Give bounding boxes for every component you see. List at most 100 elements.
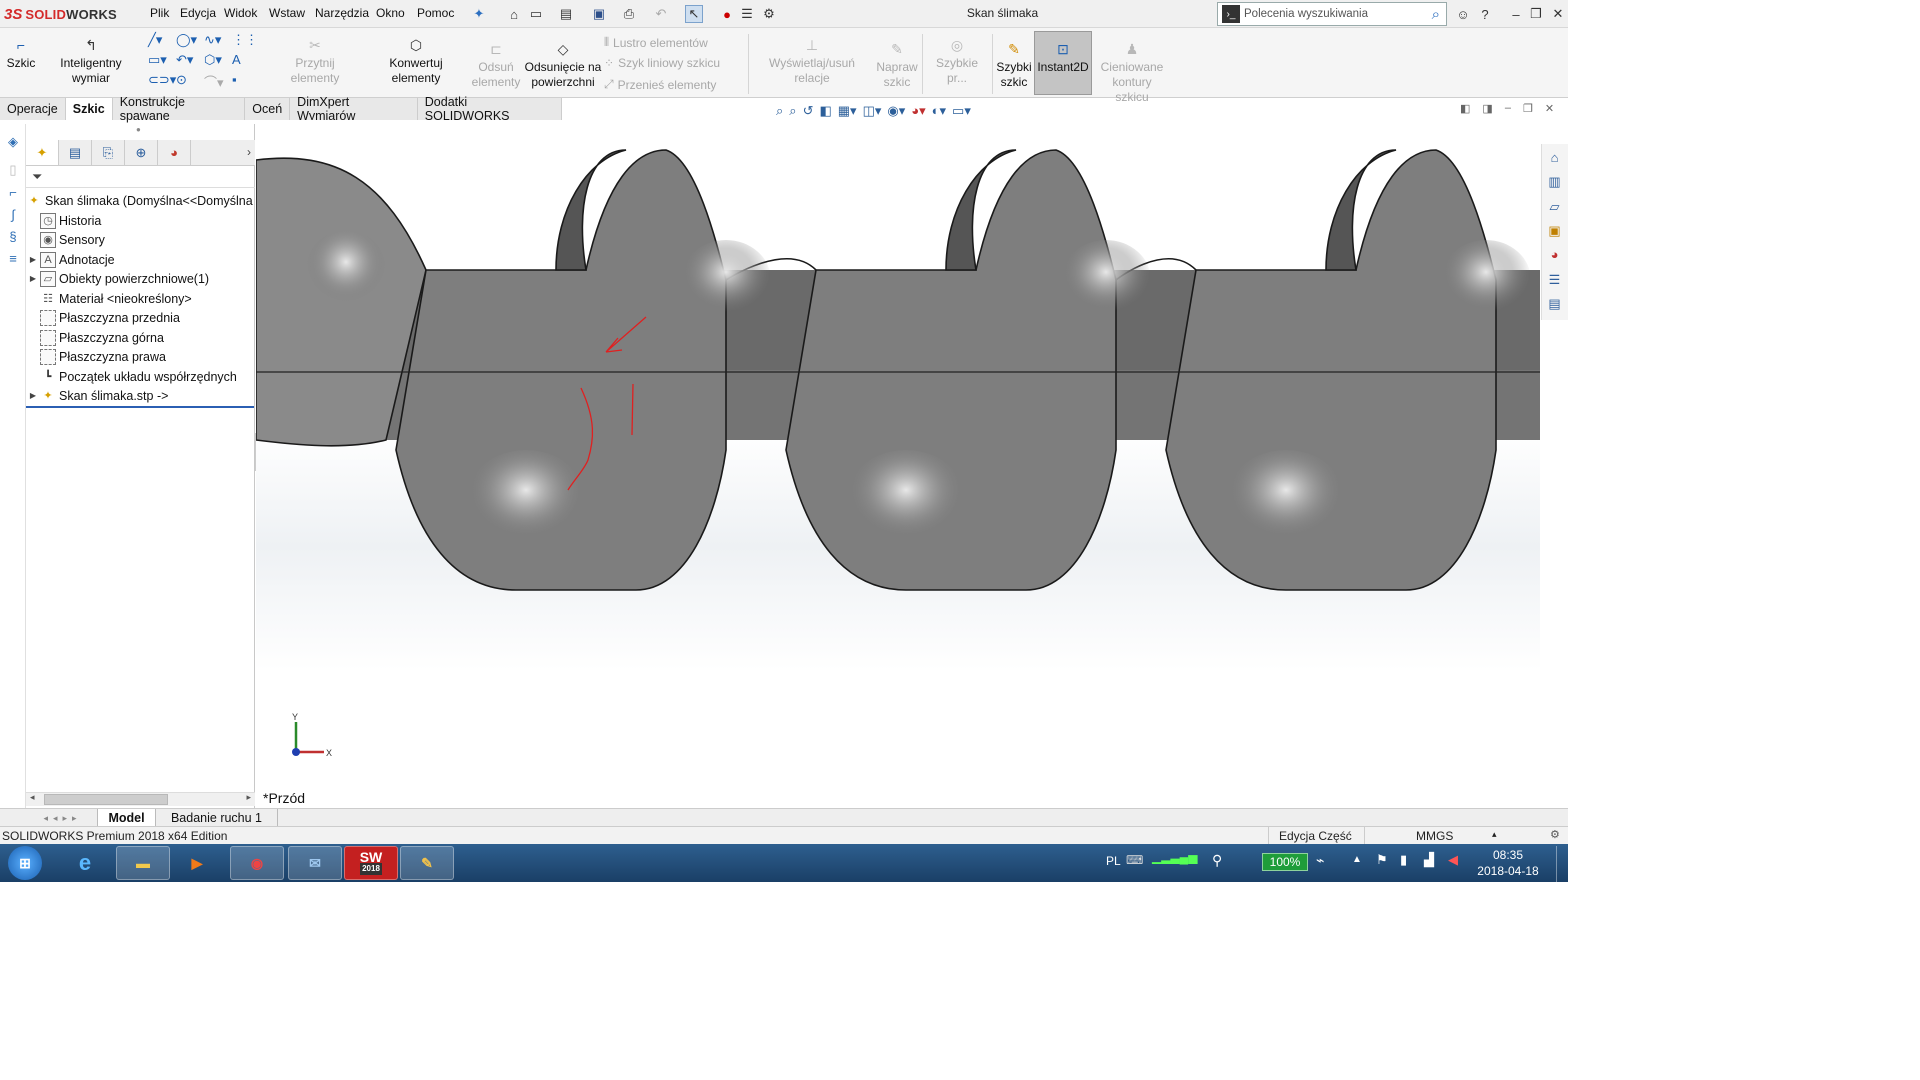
expand-arrow-icon[interactable]: ▶ [26,255,40,264]
polygon-icon[interactable]: ⬡▾ [204,52,232,72]
close-icon[interactable]: ✕ [1549,5,1567,23]
restore-icon[interactable]: ❐ [1527,5,1545,23]
text-icon[interactable]: A [232,52,260,72]
file-properties-icon[interactable]: ☰ [738,5,756,23]
save-icon[interactable]: ▣ [590,5,608,23]
dynamic-annotation-icon[interactable]: ▦▾ [838,103,857,119]
doc-close-icon[interactable]: ✕ [1545,102,1554,118]
tab-ocen[interactable]: Oceń [245,98,291,120]
arc-icon[interactable]: ↶▾ [176,52,204,72]
tree-item-surface-bodies[interactable]: ▶ ▱ Obiekty powierzchniowe(1) [26,269,255,288]
slot-icon[interactable]: ⊂⊃▾ [148,72,176,92]
solidworks-taskbar-icon[interactable]: SW 2018 [344,846,398,880]
help-icon[interactable]: ? [1476,5,1494,23]
user-icon[interactable]: ☺ [1454,5,1472,23]
menu-widok[interactable]: Widok [224,6,257,20]
keyboard-icon[interactable]: ⌨ [1126,853,1143,867]
scroll-left-icon[interactable]: ◂ [30,792,35,803]
quick-snaps-button[interactable]: ◎ Szybkie pr... [926,36,988,86]
rollback-bar[interactable] [26,406,254,408]
open-icon[interactable]: ▤ [557,5,575,23]
file-explorer-icon[interactable]: ▱ [1545,197,1564,216]
language-indicator[interactable]: PL [1106,854,1121,868]
smart-dimension-button[interactable]: ↰ Inteligentny wymiar [40,36,142,86]
view-palette-icon[interactable]: ▣ [1545,221,1564,240]
zoom-to-area-icon[interactable]: ⌕ [789,103,796,119]
mirror-entities-button[interactable]: ⫴ Lustro elementów [604,35,708,50]
move-entities-button[interactable]: ⤢ Przenieś elementy [604,77,716,92]
appearance-tab-icon[interactable]: ◕ [158,140,191,165]
new-document-icon[interactable]: ▭ [527,5,545,23]
helix-icon[interactable]: ≡ [5,250,21,266]
configuration-manager-tab-icon[interactable]: ⎘ [92,140,125,165]
circle-icon[interactable]: ◯▾ [176,32,204,52]
expand-arrow-icon[interactable]: ▶ [26,391,40,400]
menu-narzedzia[interactable]: Narzędzia [315,6,369,20]
offset-on-surface-button[interactable]: ◇ Odsunięcie na powierzchni [524,40,602,90]
menu-plik[interactable]: Plik [150,6,169,20]
menu-pomoc[interactable]: Pomoc [417,6,454,20]
custom-properties-icon[interactable]: ☰ [1545,270,1564,289]
sketch-button[interactable]: ⌐ Szkic [6,36,36,71]
tree-item-top-plane[interactable]: Płaszczyzna górna [26,328,255,347]
filter-icon[interactable]: ⏷ [32,169,42,185]
device-icon[interactable]: ▮ [1400,852,1407,868]
options-gear-icon[interactable]: ⚙ [760,5,778,23]
tooltips-icon[interactable]: ⚙ [1550,828,1560,841]
solidworks-logo[interactable]: 3S SOLIDWORKS [4,2,126,26]
rebuild-icon[interactable]: ● [718,5,736,23]
tab-szkic[interactable]: Szkic [65,98,113,120]
repair-sketch-button[interactable]: ✎ Napraw szkic [874,40,920,90]
plane-icon[interactable]: ▪ [232,72,260,92]
show-hidden-icons-icon[interactable]: ▲ [1352,854,1362,865]
tree-item-adnotacje[interactable]: ▶ A Adnotacje [26,250,255,269]
tree-filter[interactable]: ⏷ [26,166,255,188]
tree-item-historia[interactable]: ◷ Historia [26,211,255,230]
fillet-icon[interactable]: ⌒▾ [204,72,232,92]
tab-konstrukcje-spawane[interactable]: Konstrukcje spawane [113,95,246,123]
power-plug-icon[interactable]: ⌁ [1316,852,1324,869]
expand-arrow-icon[interactable]: ▶ [26,274,40,283]
show-desktop-button[interactable] [1556,846,1568,882]
tree-item-imported-feature[interactable]: ▶ ✦ Skan ślimaka.stp -> [26,386,255,405]
tree-item-material[interactable]: ☷ Materiał <nieokreślony> [26,289,255,308]
tab-model[interactable]: Model [98,809,156,827]
search-icon[interactable]: ⌕ [1432,6,1440,23]
wifi-bars-icon[interactable]: ▟ [1424,852,1434,868]
component-icon[interactable]: ▯ [5,162,21,178]
tree-item-sensory[interactable]: ◉ Sensory [26,230,255,249]
select-cursor-icon[interactable]: ↖ [685,5,703,23]
instant2d-button[interactable]: ⊡ Instant2D [1034,31,1092,95]
tab-navigation-arrows-icon[interactable]: ◂◂▸▸ [28,809,98,827]
spline-icon[interactable]: ∿▾ [204,32,232,52]
sketch-tool-icon[interactable]: ⌐ [5,184,21,200]
command-search-box[interactable]: ›_ Polecenia wyszukiwania ⌕ [1217,2,1447,26]
relations-button[interactable]: ⊥ Wyświetlaj/usuń relacje [752,36,872,86]
tree-item-right-plane[interactable]: Płaszczyzna prawa [26,347,255,366]
part-icon[interactable]: ◈ [5,134,21,150]
undo-icon[interactable]: ↶ [652,5,670,23]
point-icon[interactable]: ⊙ [176,72,204,92]
panel-expand-icon[interactable]: › [243,140,255,165]
previous-view-icon[interactable]: ↺ [803,103,814,119]
units-label[interactable]: MMGS [1416,829,1453,843]
solidworks-resources-icon[interactable]: ⌂ [1545,148,1564,167]
dimxpert-tab-icon[interactable]: ⊕ [125,140,158,165]
spring-icon[interactable]: § [5,228,21,244]
display-style-icon[interactable]: ◉▾ [887,103,905,119]
tree-root[interactable]: ✦ Skan ślimaka (Domyślna<<Domyślna [26,191,255,210]
shaded-contours-button[interactable]: ♟ Cieniowane kontury szkicu [1094,40,1170,105]
minimize-icon[interactable]: – [1507,5,1525,23]
tree-item-front-plane[interactable]: Płaszczyzna przednia [26,308,255,327]
section-view-icon[interactable]: ◧ [819,103,831,119]
print-icon[interactable]: ⎙ [620,5,638,23]
tab-dimxpert[interactable]: DimXpert Wymiarów [290,95,418,123]
rapid-sketch-button[interactable]: ✎ Szybki szkic [995,40,1033,90]
panel-grip-icon[interactable]: ● [136,125,141,134]
rectangle-icon[interactable]: ▭▾ [148,52,176,72]
graphics-area[interactable]: Y X [256,120,1540,808]
convert-entities-button[interactable]: ⬡ Konwertuj elementy [364,36,468,86]
thunderbird-icon[interactable]: ✉ [288,846,342,880]
chrome-icon[interactable]: ◉ [230,846,284,880]
design-library-icon[interactable]: ▥ [1545,172,1564,191]
